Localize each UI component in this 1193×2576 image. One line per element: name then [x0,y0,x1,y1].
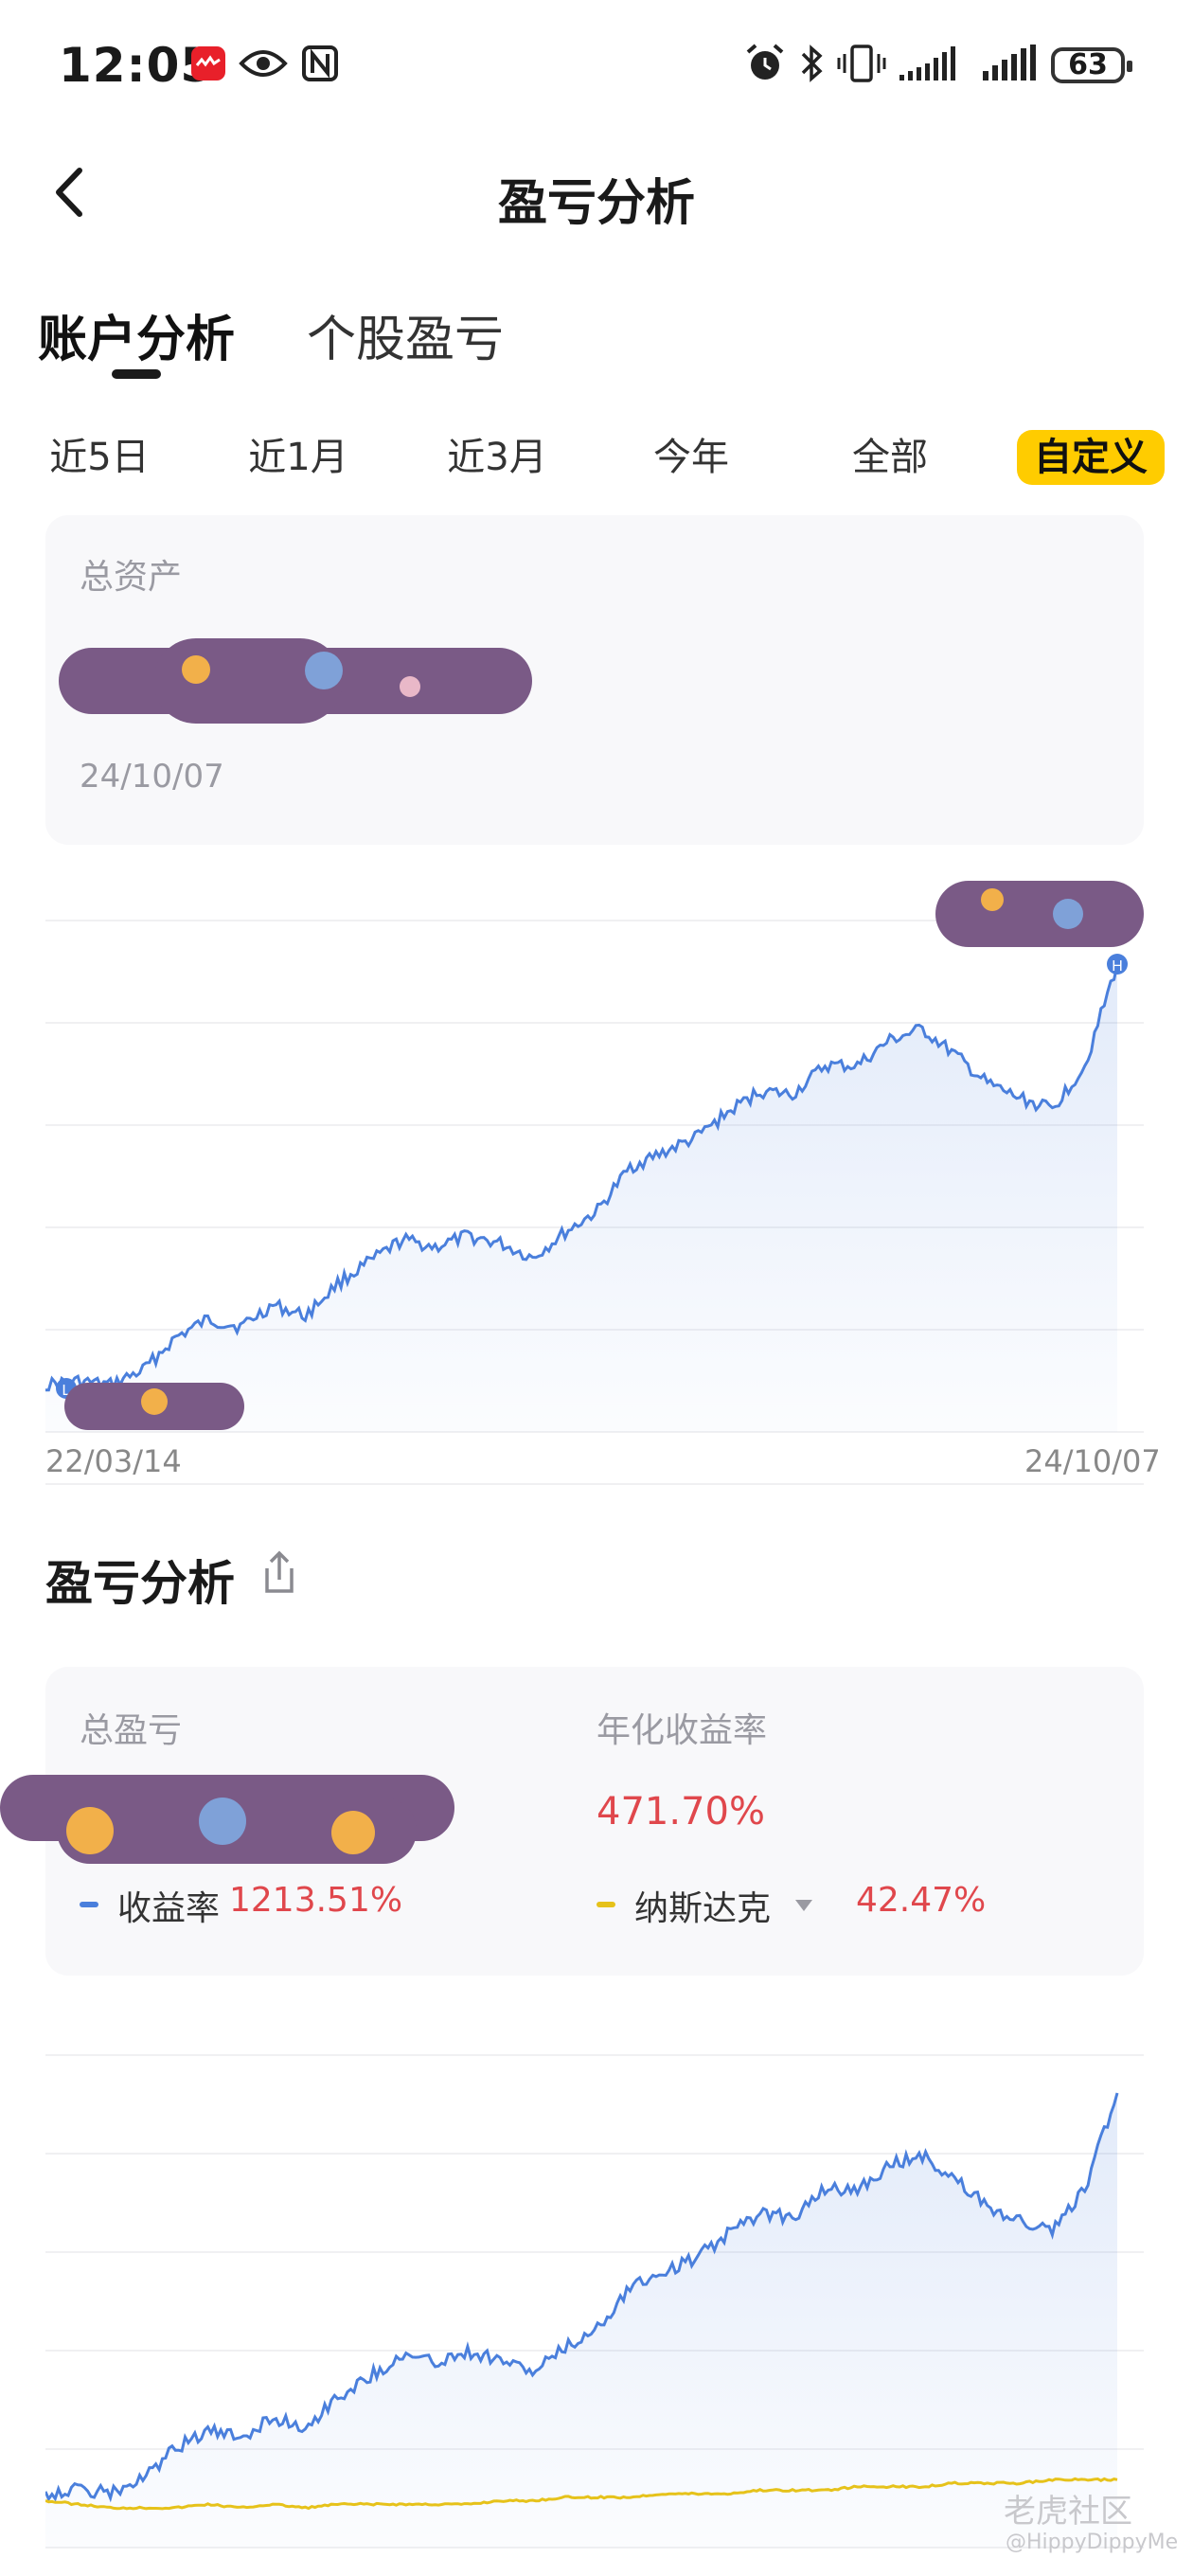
range-custom[interactable]: 自定义 [1017,430,1165,485]
return-label: 收益率 [117,1889,221,1928]
total-assets-label: 总资产 [80,558,183,597]
high-marker-label: H [1112,958,1123,975]
asset-chart-end-date: 24/10/07 [1024,1443,1161,1479]
divider [45,1483,1144,1485]
tab-account-analysis[interactable]: 账户分析 [38,299,235,370]
tiger-logo-icon [1002,2487,1003,2488]
total-assets-chart: H L [45,881,1144,1433]
range-ytd[interactable]: 今年 [634,430,748,485]
battery-icon: 63 [1051,47,1132,83]
range-1m[interactable]: 近1月 [237,430,360,485]
range-all[interactable]: 全部 [833,430,947,485]
total-pnl-label: 总盈亏 [80,1711,183,1750]
redacted-low-label [64,1383,244,1430]
redacted-high-label [935,881,1144,947]
pnl-section-title: 盈亏分析 [45,1556,235,1611]
alarm-icon [746,44,784,80]
tab-stock-pnl[interactable]: 个股盈亏 [307,299,504,370]
annualized-value: 471.70% [596,1790,765,1834]
benchmark-selector[interactable]: 纳斯达克 [634,1881,771,1930]
asset-chart-start-date: 22/03/14 [45,1443,182,1479]
asset-area-fill [45,964,1117,1432]
active-tab-indicator [112,369,161,379]
dropdown-triangle-icon[interactable] [793,1898,814,1913]
page-title: 盈亏分析 [497,175,695,232]
return-comparison-chart [45,2054,1144,2549]
range-5d[interactable]: 近5日 [38,430,161,485]
benchmark-legend-swatch [596,1902,615,1907]
signal-icon [899,46,955,80]
nfc-icon [302,45,338,81]
return-legend-swatch [80,1902,98,1907]
redacted-pnl-value [0,1769,454,1864]
watermark-brand: 老虎社区 [1004,2493,1132,2531]
watermark-user: @HippyDippyMe [1006,2531,1179,2554]
eye-icon [239,50,288,77]
redacted-value [59,638,532,724]
benchmark-value: 42.47% [856,1881,987,1920]
share-icon[interactable] [259,1549,299,1597]
vibrate-icon [837,45,886,82]
high-marker: H [1107,954,1128,975]
range-3m[interactable]: 近3月 [436,430,559,485]
signal-icon [983,45,1036,80]
app-badge-icon [191,46,225,80]
total-assets-card: 总资产 24/10/07 [45,515,1144,845]
total-assets-date: 24/10/07 [80,758,224,796]
annualized-label: 年化收益率 [596,1711,768,1750]
return-area-fill [45,2093,1117,2548]
bluetooth-icon [801,45,823,82]
return-value: 1213.51% [229,1881,403,1920]
